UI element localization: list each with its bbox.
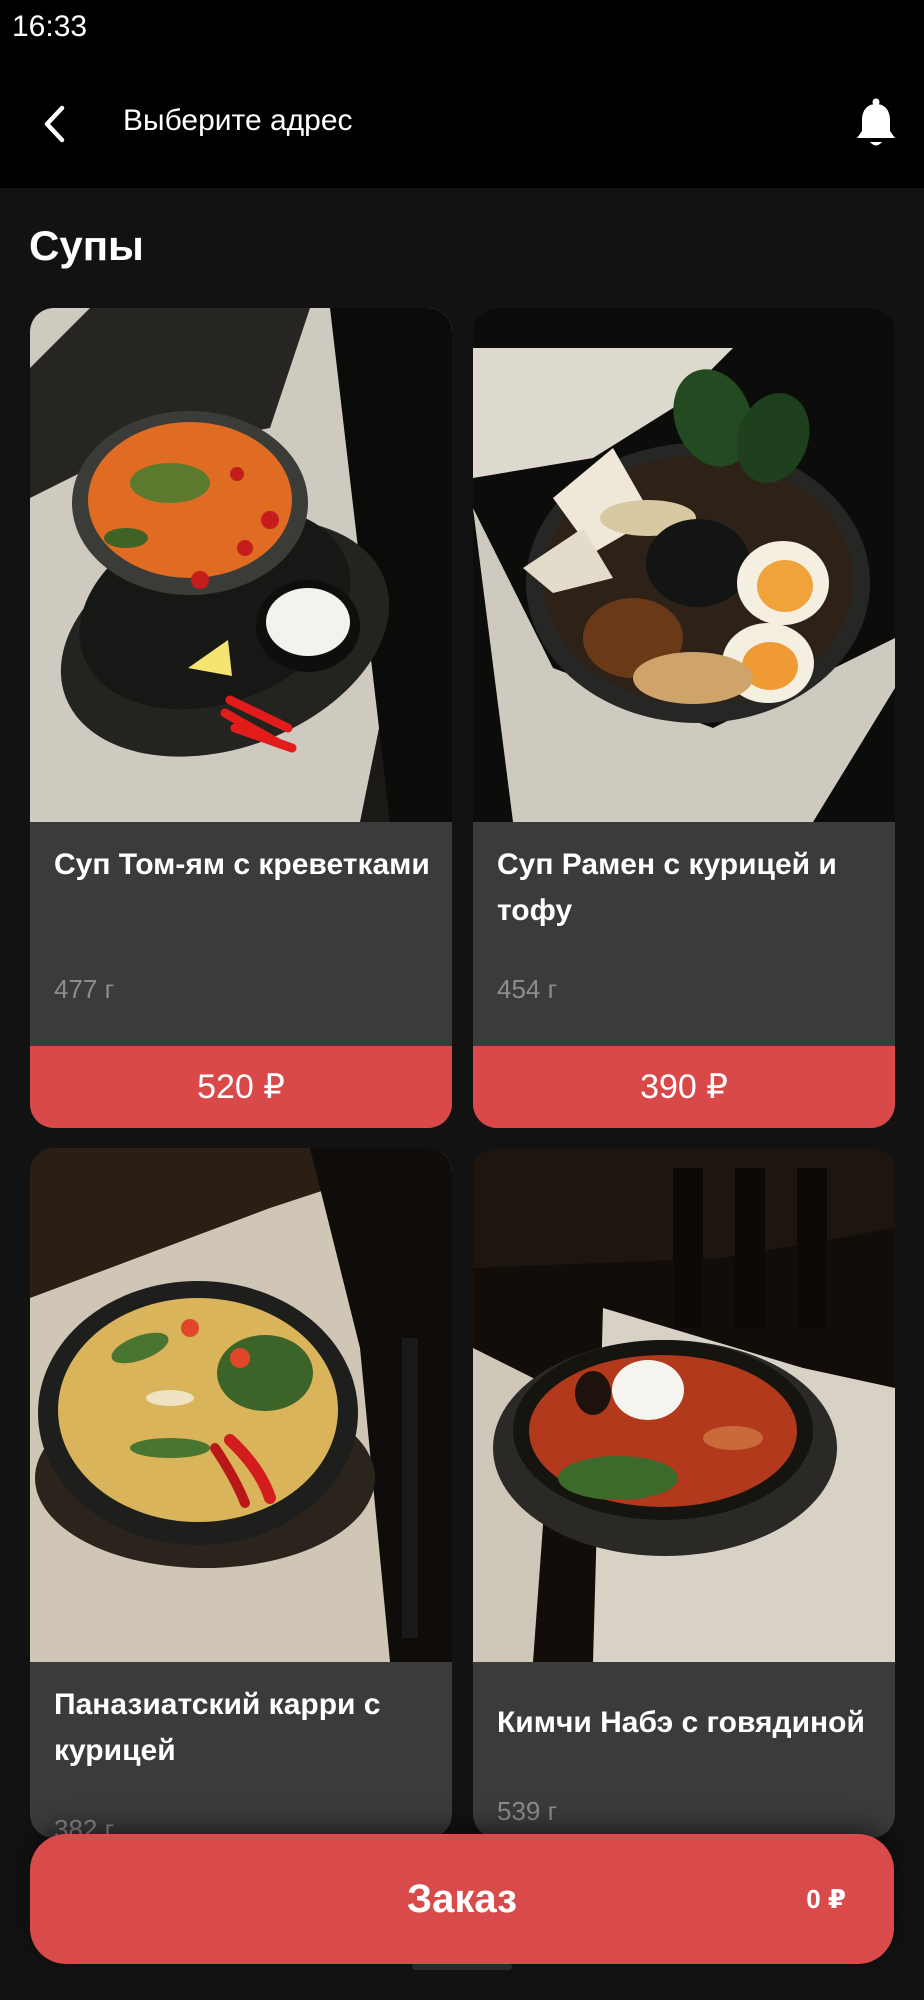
- status-time: 16:33: [12, 10, 88, 43]
- product-weight: 539 г: [497, 1796, 558, 1826]
- product-card[interactable]: Суп Рамен с курицей и тофу 454 г 390 ₽: [473, 308, 895, 1128]
- product-weight: 477 г: [54, 974, 115, 1004]
- add-to-cart-price-button[interactable]: 520 ₽: [30, 1046, 452, 1128]
- home-indicator: [412, 1964, 512, 1970]
- product-photo: [30, 308, 452, 822]
- product-name: Паназиатский карри с курицей: [54, 1688, 381, 1767]
- status-bar: 16:33: [0, 0, 924, 60]
- notifications-button[interactable]: [848, 94, 904, 154]
- product-card[interactable]: Паназиатский карри с курицей 382 г: [30, 1148, 452, 1838]
- order-label: Заказ: [407, 1877, 517, 1921]
- product-weight: 454 г: [497, 974, 558, 1004]
- chevron-left-icon: [44, 105, 65, 143]
- product-name: Суп Рамен с курицей и тофу: [497, 848, 837, 927]
- back-button[interactable]: [26, 96, 82, 152]
- address-selector[interactable]: Выберите адрес: [123, 104, 353, 138]
- product-photo: [30, 1148, 452, 1662]
- product-name: Кимчи Набэ с говядиной: [497, 1706, 865, 1739]
- order-total: 0 ₽: [806, 1884, 846, 1914]
- product-card[interactable]: Кимчи Набэ с говядиной 539 г: [473, 1148, 895, 1838]
- order-button[interactable]: Заказ 0 ₽: [30, 1834, 894, 1964]
- product-name: Суп Том-ям с креветками: [54, 848, 430, 881]
- bell-icon: [857, 98, 895, 146]
- section-title: Супы: [29, 222, 144, 269]
- app-header: Выберите адрес: [0, 60, 924, 188]
- product-photo: [473, 1148, 895, 1662]
- add-to-cart-price-button[interactable]: 390 ₽: [473, 1046, 895, 1128]
- product-photo: [473, 308, 895, 822]
- product-card[interactable]: Суп Том-ям с креветками 477 г 520 ₽: [30, 308, 452, 1128]
